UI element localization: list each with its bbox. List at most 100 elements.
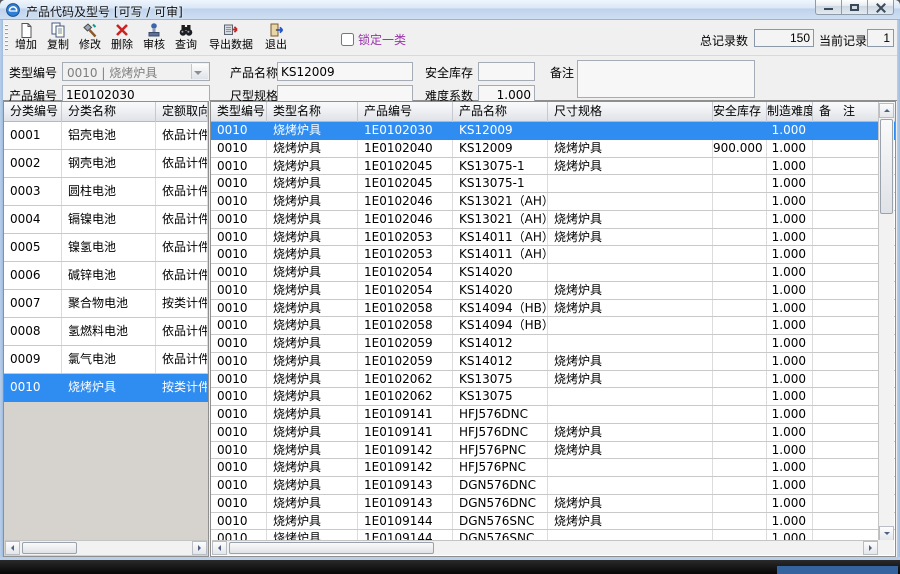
table-cell[interactable]: 1.000 (767, 282, 813, 299)
table-cell[interactable]: 依品计件 (156, 206, 208, 233)
table-cell[interactable]: 0010 (211, 282, 267, 299)
table-row[interactable]: 0010烧烤炉具1E0102046KS13021（AH）烧烤炉具1.000 (211, 211, 895, 229)
table-cell[interactable]: 0010 (211, 158, 267, 175)
column-header[interactable]: 产品编号 (358, 102, 453, 122)
table-cell[interactable] (713, 495, 767, 512)
table-cell[interactable]: 0010 (211, 495, 267, 512)
current-record-field[interactable] (867, 29, 894, 47)
table-cell[interactable]: 0010 (211, 335, 267, 352)
table-cell[interactable]: 烧烤炉具 (267, 406, 358, 423)
copy-button[interactable]: 复制 (43, 21, 73, 54)
table-cell[interactable]: 依品计件 (156, 150, 208, 177)
table-row[interactable]: 0010烧烤炉具1E0109141HFJ576DNC1.000 (211, 406, 895, 424)
table-cell[interactable] (813, 122, 879, 139)
table-cell[interactable]: 1.000 (767, 264, 813, 281)
table-cell[interactable] (548, 317, 713, 334)
table-cell[interactable]: DGN576DNC (453, 495, 548, 512)
table-cell[interactable] (813, 424, 879, 441)
table-cell[interactable]: 1.000 (767, 300, 813, 317)
table-cell[interactable] (713, 300, 767, 317)
table-cell[interactable]: 0002 (4, 150, 62, 177)
scroll-right-button[interactable] (863, 541, 878, 555)
table-cell[interactable]: 1E0109141 (358, 424, 453, 441)
query-button[interactable]: 查询 (171, 21, 201, 54)
table-row[interactable]: 0010烧烤炉具1E0109142HFJ576PNC1.000 (211, 459, 895, 477)
column-header[interactable]: 产品名称 (453, 102, 548, 122)
table-row[interactable]: 0010烧烤炉具1E0102062KS130751.000 (211, 388, 895, 406)
table-row[interactable]: 0010烧烤炉具1E0102053KS14011（AH）烧烤炉具1.000 (211, 229, 895, 247)
table-cell[interactable]: 依品计件 (156, 178, 208, 205)
table-cell[interactable]: 烧烤炉具 (548, 158, 713, 175)
modify-button[interactable]: 修改 (75, 21, 105, 54)
table-cell[interactable]: 烧烤炉具 (267, 229, 358, 246)
table-cell[interactable]: 1E0109143 (358, 477, 453, 494)
table-cell[interactable] (548, 264, 713, 281)
table-cell[interactable] (813, 353, 879, 370)
table-cell[interactable] (713, 122, 767, 139)
audit-button[interactable]: 审核 (139, 21, 169, 54)
table-cell[interactable] (548, 406, 713, 423)
table-row[interactable]: 0010烧烤炉具1E0102046KS13021（AH）1.000 (211, 193, 895, 211)
table-cell[interactable] (813, 175, 879, 192)
table-cell[interactable]: 1E0102058 (358, 317, 453, 334)
scroll-down-button[interactable] (879, 526, 894, 541)
table-cell[interactable]: 1.000 (767, 424, 813, 441)
table-cell[interactable]: 氢燃料电池 (62, 318, 156, 345)
table-cell[interactable]: 0010 (211, 371, 267, 388)
remark-field[interactable] (577, 60, 755, 98)
table-row[interactable]: 0010烧烤炉具1E0102058KS14094（HB）1.000 (211, 317, 895, 335)
table-cell[interactable] (713, 158, 767, 175)
delete-button[interactable]: 删除 (107, 21, 137, 54)
table-cell[interactable]: KS13075-1 (453, 158, 548, 175)
table-cell[interactable]: 900.000 (713, 140, 767, 157)
table-row[interactable]: 0010烧烤炉具1E0109141HFJ576DNC烧烤炉具1.000 (211, 424, 895, 442)
table-cell[interactable] (813, 459, 879, 476)
table-cell[interactable] (813, 371, 879, 388)
table-cell[interactable]: 0010 (211, 211, 267, 228)
table-cell[interactable]: 0010 (211, 459, 267, 476)
table-cell[interactable]: 烧烤炉具 (548, 371, 713, 388)
table-cell[interactable]: 1.000 (767, 175, 813, 192)
table-cell[interactable] (813, 264, 879, 281)
table-cell[interactable]: 烧烤炉具 (267, 140, 358, 157)
table-cell[interactable]: 烧烤炉具 (267, 317, 358, 334)
table-cell[interactable]: KS14020 (453, 282, 548, 299)
product-vscrollbar[interactable] (878, 103, 894, 541)
table-cell[interactable] (713, 513, 767, 530)
table-cell[interactable] (713, 442, 767, 459)
table-row[interactable]: 0010烧烤炉具1E0102054KS14020烧烤炉具1.000 (211, 282, 895, 300)
table-cell[interactable]: 烧烤炉具 (267, 388, 358, 405)
table-row[interactable]: 0010烧烤炉具1E0109144DGN576SNC烧烤炉具1.000 (211, 513, 895, 531)
table-cell[interactable] (713, 246, 767, 263)
safety-stock-field[interactable] (478, 62, 535, 81)
table-cell[interactable] (813, 282, 879, 299)
table-cell[interactable]: 1E0102059 (358, 353, 453, 370)
table-cell[interactable]: 1E0102046 (358, 193, 453, 210)
table-cell[interactable]: 0003 (4, 178, 62, 205)
table-cell[interactable] (813, 246, 879, 263)
table-cell[interactable]: 铝壳电池 (62, 122, 156, 149)
table-row[interactable]: 0004镉镍电池依品计件 (4, 206, 208, 234)
lock-category-checkbox[interactable] (341, 33, 354, 46)
toolbar-grip[interactable] (5, 24, 8, 51)
table-cell[interactable]: 1.000 (767, 335, 813, 352)
table-cell[interactable] (713, 459, 767, 476)
combo-dropdown-button[interactable] (191, 64, 208, 79)
table-cell[interactable]: 1E0109141 (358, 406, 453, 423)
table-cell[interactable]: KS14094（HB） (453, 300, 548, 317)
table-cell[interactable] (813, 229, 879, 246)
table-cell[interactable]: KS14020 (453, 264, 548, 281)
table-cell[interactable] (813, 158, 879, 175)
table-row[interactable]: 0010烧烤炉具按类计件 (4, 374, 208, 402)
table-cell[interactable]: 1.000 (767, 477, 813, 494)
table-cell[interactable]: 1.000 (767, 317, 813, 334)
table-cell[interactable]: 1E0102062 (358, 371, 453, 388)
table-cell[interactable]: 烧烤炉具 (267, 513, 358, 530)
table-cell[interactable]: 1E0102045 (358, 158, 453, 175)
table-cell[interactable]: DGN576SNC (453, 513, 548, 530)
table-cell[interactable]: 0010 (211, 175, 267, 192)
table-cell[interactable]: 烧烤炉具 (267, 477, 358, 494)
table-cell[interactable]: 烧烤炉具 (548, 229, 713, 246)
table-cell[interactable] (713, 477, 767, 494)
table-cell[interactable] (713, 264, 767, 281)
